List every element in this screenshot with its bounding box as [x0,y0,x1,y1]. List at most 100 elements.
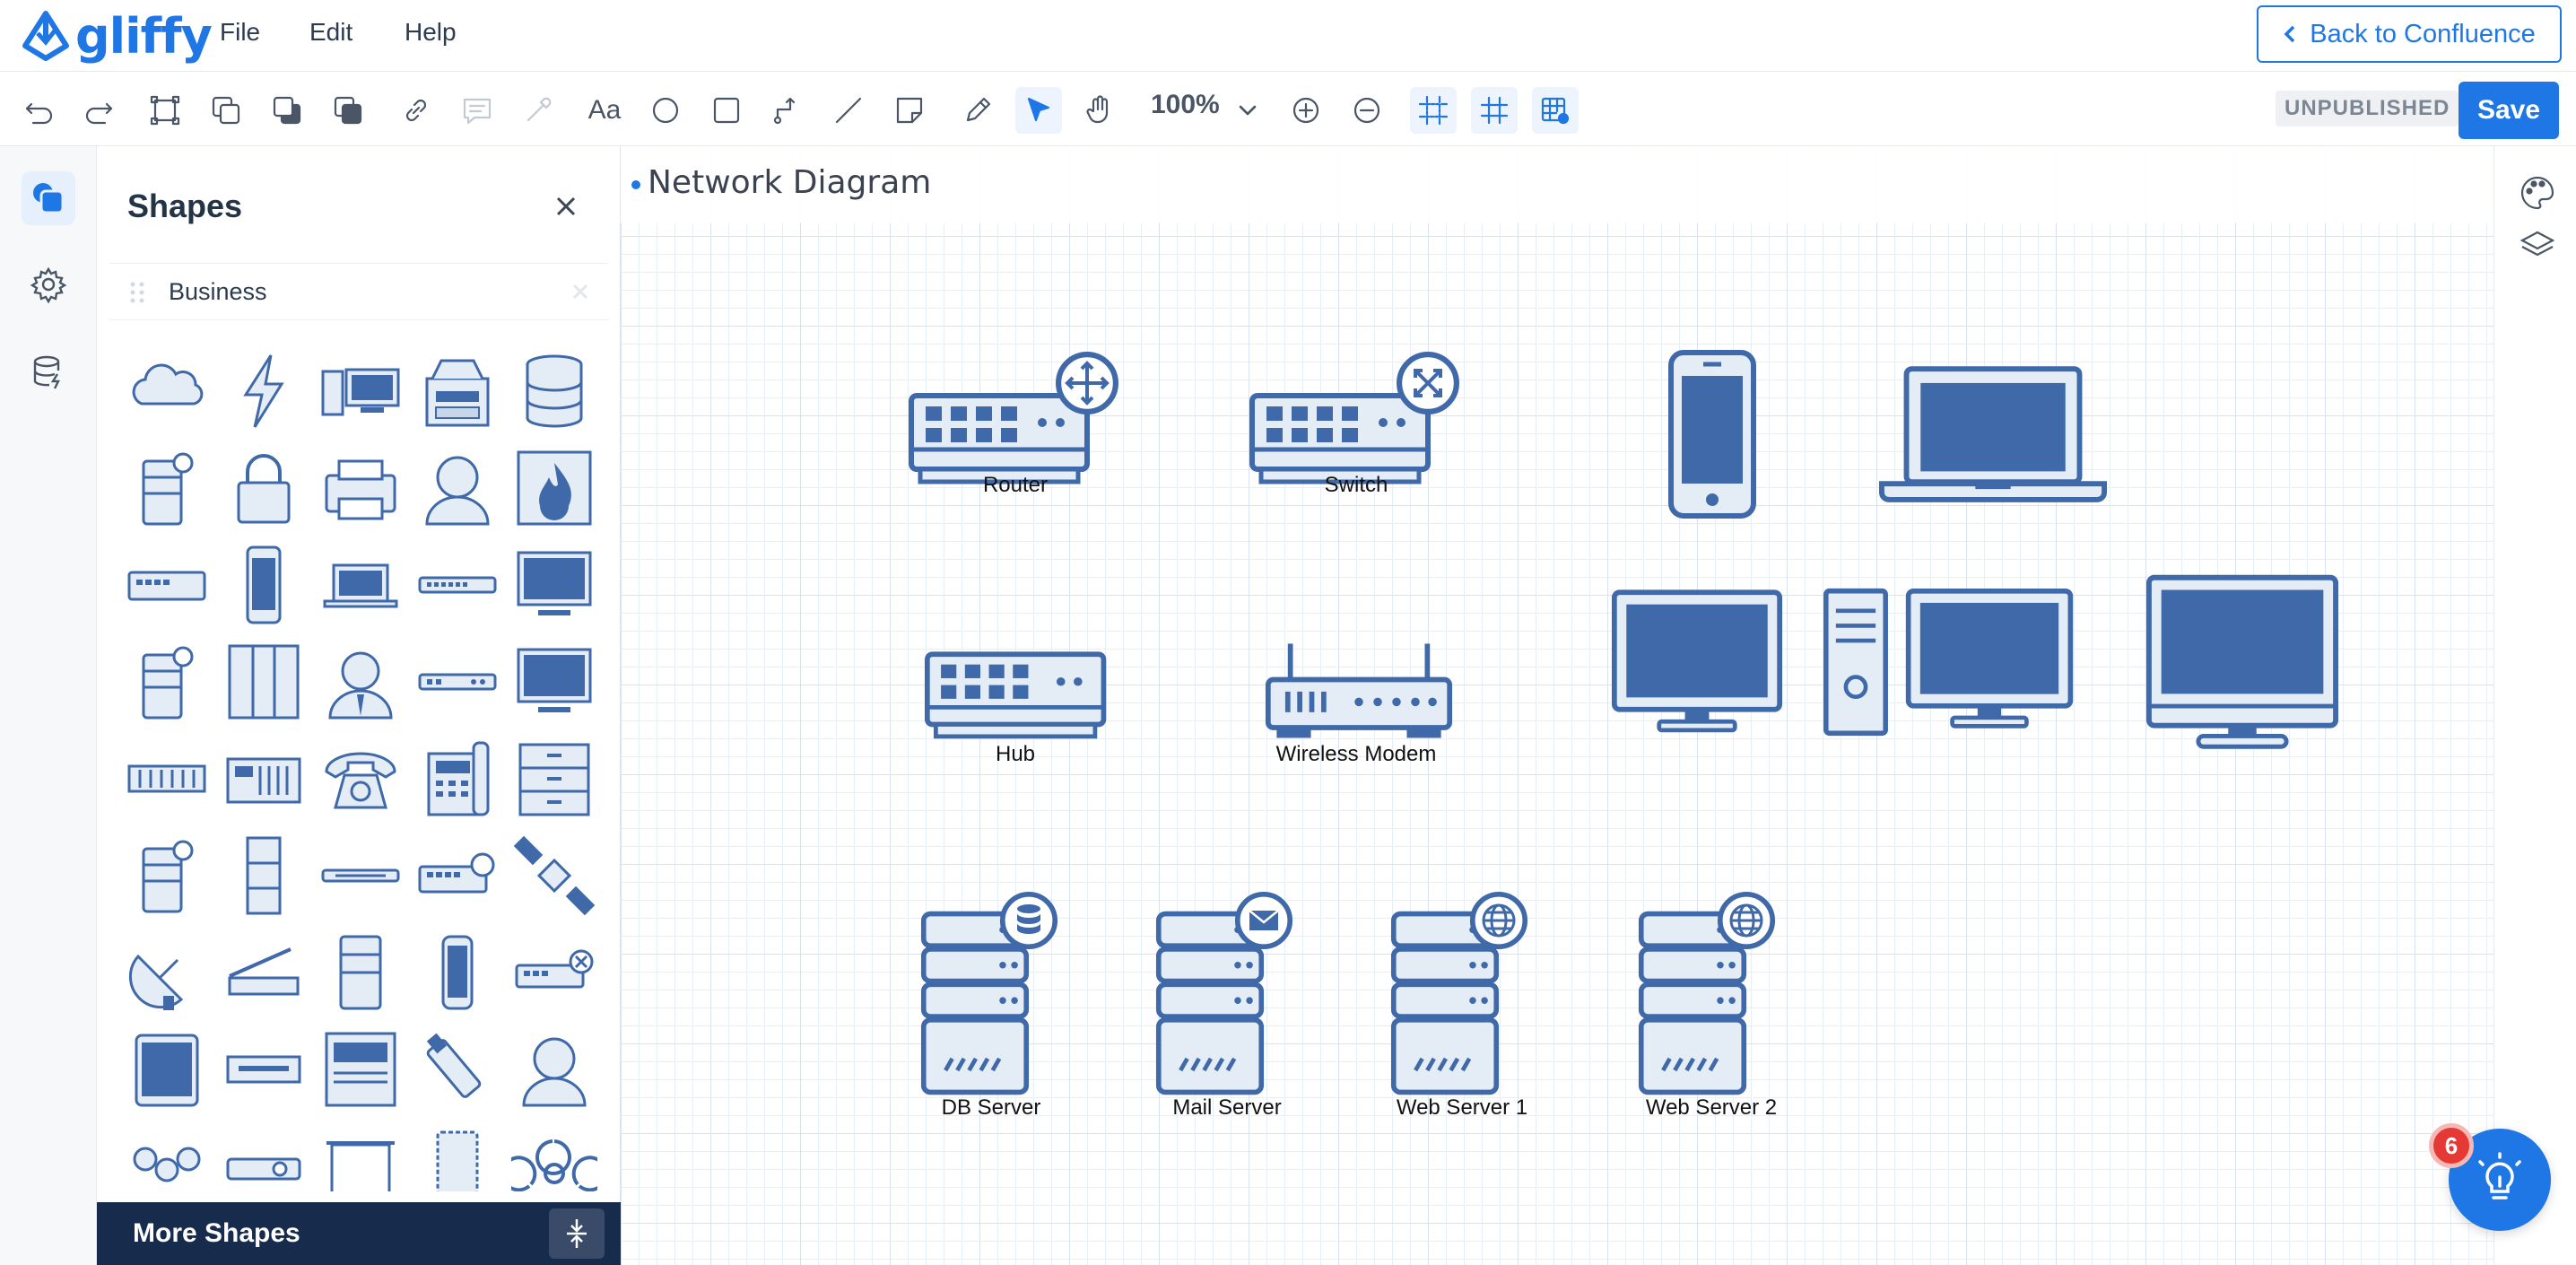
page-settings-button[interactable] [1532,87,1579,134]
shape-database[interactable] [511,348,597,434]
settings-tab-button[interactable] [22,257,75,311]
shape-usb-drive[interactable] [414,1026,500,1112]
back-to-confluence-button[interactable]: Back to Confluence [2257,5,2562,63]
theme-button[interactable] [2518,173,2557,213]
shape-rack[interactable] [221,639,307,725]
zoom-out-button[interactable] [1344,87,1390,134]
web-server-2-node[interactable] [1638,891,1781,1097]
shape-cloud[interactable] [124,348,210,434]
send-backward-button[interactable] [264,87,310,134]
shape-film[interactable] [221,833,307,919]
shape-screen[interactable] [318,1123,404,1191]
shape-modem-small[interactable] [414,639,500,725]
shape-tablet[interactable] [124,1026,210,1112]
shape-category-header[interactable]: Business [109,263,608,320]
shape-user-2[interactable] [511,1026,597,1112]
pointer-tool-button[interactable] [1015,87,1062,134]
comment-button[interactable] [454,87,500,134]
shape-server-outline[interactable] [414,1123,500,1191]
db-server-node[interactable] [920,891,1064,1097]
shape-copier[interactable] [414,348,500,434]
shape-monitor[interactable] [511,542,597,628]
shape-server-add[interactable] [124,833,210,919]
shape-user[interactable] [414,445,500,531]
pencil-tool-button[interactable] [954,87,1001,134]
shape-router-badge[interactable] [414,833,500,919]
web-server-1-node[interactable] [1390,891,1534,1097]
close-panel-button[interactable] [545,186,587,227]
menu-help[interactable]: Help [405,18,457,47]
monitor-node[interactable] [1611,588,1783,737]
desktop-monitor-node[interactable] [1903,588,2076,731]
drag-handle-icon[interactable] [127,280,149,305]
bring-to-front-button[interactable] [325,87,371,134]
shape-mainframe[interactable] [318,1026,404,1112]
close-icon[interactable] [567,278,594,305]
shape-telephone[interactable] [318,736,404,822]
style-picker-button[interactable] [515,87,561,134]
shape-switch-small[interactable] [414,542,500,628]
diagram-title[interactable]: Network Diagram [648,164,931,201]
menu-edit[interactable]: Edit [309,18,352,47]
shape-server-chat[interactable] [124,445,210,531]
shape-desktop[interactable] [318,348,404,434]
save-button[interactable]: Save [2459,82,2559,139]
shape-switch-flat[interactable] [318,833,404,919]
shape-firewall[interactable] [511,445,597,531]
notification-count-badge[interactable]: 6 [2429,1123,2474,1168]
shape-pbx[interactable] [221,736,307,822]
snap-to-grid-button[interactable] [1410,87,1457,134]
zoom-level[interactable]: 100% [1151,90,1220,120]
line-tool-button[interactable] [825,87,872,134]
laptop-node[interactable] [1878,365,2108,507]
shape-laptop[interactable] [318,542,404,628]
shape-user-group[interactable] [124,1123,210,1191]
data-tab-button[interactable] [22,345,75,399]
hub-node[interactable] [924,649,1112,744]
zoom-in-button[interactable] [1283,87,1329,134]
shape-lock[interactable] [221,445,307,531]
shape-router-small[interactable] [124,542,210,628]
mobile-node[interactable] [1667,349,1758,519]
menu-file[interactable]: File [220,18,260,47]
show-grid-button[interactable] [1471,87,1518,134]
connector-tool-button[interactable] [764,87,811,134]
shape-biohazard[interactable] [500,1123,608,1191]
shape-scanner[interactable] [221,929,307,1016]
shape-patch-panel[interactable] [124,736,210,822]
sticky-note-button[interactable] [886,87,933,134]
shape-smartphone[interactable] [414,929,500,1016]
zoom-dropdown-button[interactable] [1227,87,1268,134]
shape-desk-phone[interactable] [414,736,500,822]
text-tool-button[interactable]: Aa [581,87,628,134]
collapse-shapes-button[interactable] [549,1208,605,1259]
shape-mobile[interactable] [221,542,307,628]
shape-satellite-dish[interactable] [124,929,210,1016]
bring-forward-button[interactable] [203,87,249,134]
link-button[interactable] [393,87,439,134]
shape-dvr[interactable] [221,1026,307,1112]
ellipse-tool-button[interactable] [642,87,689,134]
shape-monitor-2[interactable] [511,639,597,725]
layers-button[interactable] [2518,227,2557,266]
shapes-tab-button[interactable] [22,171,75,225]
shape-filing-cabinet[interactable] [511,736,597,822]
undo-button[interactable] [16,87,63,134]
pan-tool-button[interactable] [1076,87,1123,134]
mail-server-node[interactable] [1155,891,1299,1097]
redo-button[interactable] [75,87,122,134]
shape-server-tower[interactable] [318,929,404,1016]
more-shapes-bar[interactable]: More Shapes [97,1202,621,1265]
all-in-one-node[interactable] [2145,573,2339,751]
wireless-modem-node[interactable] [1265,638,1453,742]
shape-satellite[interactable] [511,833,597,919]
shape-router-blocked[interactable] [511,929,597,1016]
diagram-canvas[interactable]: Network Diagram Router Switch Hub Wirele… [621,146,2493,1265]
desktop-tower-node[interactable] [1823,588,1889,737]
shape-business-user[interactable] [318,639,404,725]
shape-printer[interactable] [318,445,404,531]
shape-server-lock[interactable] [124,639,210,725]
gliffy-logo[interactable]: gliffy [16,5,213,66]
rectangle-tool-button[interactable] [703,87,750,134]
shape-projector[interactable] [221,1123,307,1191]
